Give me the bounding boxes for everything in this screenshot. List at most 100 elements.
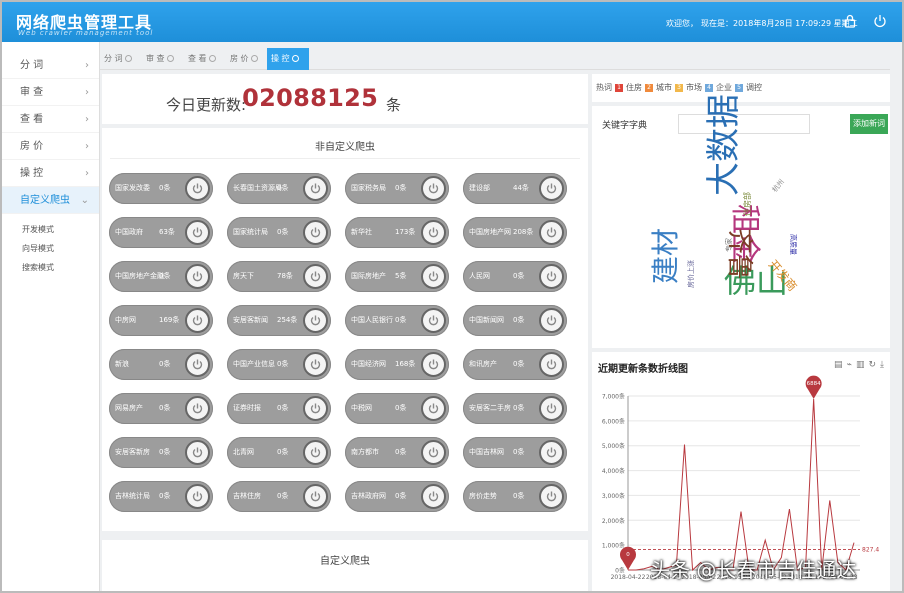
cloud-word[interactable]: 住房部 (742, 192, 753, 216)
hot-word[interactable]: 城市 (656, 82, 672, 93)
sidebar-item-fangjia[interactable]: 房 价 › (2, 133, 99, 160)
power-icon[interactable] (185, 220, 210, 245)
add-keyword-button[interactable]: 添加新词 (850, 114, 888, 134)
close-icon[interactable] (166, 55, 174, 62)
hot-word[interactable]: 调控 (746, 82, 762, 93)
crawler-switch[interactable]: 中房网 169条 (109, 305, 213, 336)
sidebar-subitem-wizard-mode[interactable]: 向导模式 (2, 239, 99, 258)
sidebar-item-fenci[interactable]: 分 词 › (2, 52, 99, 79)
sidebar-item-shencha[interactable]: 审 查 › (2, 79, 99, 106)
crawler-switch[interactable]: 中税网 0条 (345, 393, 449, 424)
crawler-switch[interactable]: 中国人民银行 0条 (345, 305, 449, 336)
tab-fenci[interactable]: 分 词 (100, 48, 140, 70)
power-icon[interactable] (421, 176, 446, 201)
crawler-switch[interactable]: 长春国土资源局 0条 (227, 173, 331, 204)
crawler-switch[interactable]: 人民网 0条 (463, 261, 567, 292)
crawler-switch[interactable]: 安居客新房 0条 (109, 437, 213, 468)
power-icon[interactable] (303, 308, 328, 333)
power-icon[interactable] (539, 220, 564, 245)
power-icon[interactable] (185, 352, 210, 377)
tab-shencha[interactable]: 审 查 (142, 48, 182, 70)
power-icon[interactable] (303, 220, 328, 245)
power-icon[interactable] (539, 352, 564, 377)
power-icon[interactable] (303, 352, 328, 377)
power-icon[interactable] (303, 440, 328, 465)
hot-word[interactable]: 住房 (626, 82, 642, 93)
tab-caokong[interactable]: 操 控 (267, 48, 309, 70)
power-icon[interactable] (303, 484, 328, 509)
hot-word[interactable]: 企业 (716, 82, 732, 93)
close-icon[interactable] (250, 55, 258, 62)
tab-chakan[interactable]: 查 看 (184, 48, 224, 70)
power-icon[interactable] (539, 176, 564, 201)
crawler-switch[interactable]: 中国吉林网 0条 (463, 437, 567, 468)
cloud-word[interactable]: 高质量 (788, 234, 798, 255)
crawler-switch[interactable]: 新浪 0条 (109, 349, 213, 380)
power-icon[interactable] (303, 264, 328, 289)
power-icon[interactable] (539, 396, 564, 421)
power-icon[interactable] (421, 396, 446, 421)
sidebar-subitem-dev-mode[interactable]: 开发模式 (2, 220, 99, 239)
cloud-word[interactable]: 专家 (724, 238, 734, 252)
crawler-switch[interactable]: 中国房地产网 208条 (463, 217, 567, 248)
close-icon[interactable] (124, 55, 132, 62)
power-icon[interactable] (185, 484, 210, 509)
crawler-switch[interactable]: 吉林住房 0条 (227, 481, 331, 512)
power-icon[interactable] (185, 176, 210, 201)
power-icon[interactable] (185, 308, 210, 333)
cloud-word[interactable]: 房价上涨 (686, 260, 696, 288)
power-icon[interactable] (185, 264, 210, 289)
crawler-switch[interactable]: 房天下 78条 (227, 261, 331, 292)
crawler-switch[interactable]: 和讯房产 0条 (463, 349, 567, 380)
power-icon[interactable] (421, 484, 446, 509)
close-icon[interactable] (208, 55, 216, 62)
crawler-switch[interactable]: 国家税务局 0条 (345, 173, 449, 204)
crawler-switch[interactable]: 中国房地产金融 0条 (109, 261, 213, 292)
sidebar-item-chakan[interactable]: 查 看 › (2, 106, 99, 133)
crawler-switch[interactable]: 中国经济网 168条 (345, 349, 449, 380)
crawler-switch[interactable]: 网易房产 0条 (109, 393, 213, 424)
power-icon[interactable] (539, 440, 564, 465)
cloud-word[interactable]: 大数据 (696, 94, 745, 196)
power-icon[interactable] (539, 264, 564, 289)
lock-icon[interactable] (842, 13, 858, 29)
power-icon[interactable] (421, 308, 446, 333)
power-icon[interactable] (872, 13, 888, 29)
crawler-switch[interactable]: 国际房地产 5条 (345, 261, 449, 292)
crawler-switch[interactable]: 南方都市 0条 (345, 437, 449, 468)
power-icon[interactable] (421, 220, 446, 245)
power-icon[interactable] (185, 396, 210, 421)
crawler-switch[interactable]: 房价走势 0条 (463, 481, 567, 512)
cloud-word[interactable]: 杭州 (770, 177, 787, 194)
crawler-switch[interactable]: 北青网 0条 (227, 437, 331, 468)
tab-fangjia[interactable]: 房 价 (226, 48, 266, 70)
crawler-switch[interactable]: 中国产业信息 0条 (227, 349, 331, 380)
crawler-switch[interactable]: 安居客新闻 254条 (227, 305, 331, 336)
power-icon[interactable] (185, 440, 210, 465)
power-icon[interactable] (303, 176, 328, 201)
sidebar-item-label: 操 控 (20, 168, 44, 179)
crawler-switch[interactable]: 中国政府 63条 (109, 217, 213, 248)
cloud-word[interactable]: 齐鲁 (723, 228, 760, 280)
power-icon[interactable] (539, 308, 564, 333)
power-icon[interactable] (421, 440, 446, 465)
crawler-switch[interactable]: 建设部 44条 (463, 173, 567, 204)
crawler-switch[interactable]: 证券时报 0条 (227, 393, 331, 424)
power-icon[interactable] (421, 264, 446, 289)
crawler-switch[interactable]: 国家统计局 0条 (227, 217, 331, 248)
cloud-word[interactable]: 建材 (644, 228, 684, 284)
crawler-switch[interactable]: 安居客二手房 0条 (463, 393, 567, 424)
power-icon[interactable] (539, 484, 564, 509)
crawler-switch[interactable]: 国家发改委 0条 (109, 173, 213, 204)
crawler-switch[interactable]: 中国新闻网 0条 (463, 305, 567, 336)
sidebar-subitem-search-mode[interactable]: 搜索模式 (2, 258, 99, 277)
crawler-switch[interactable]: 吉林统计局 0条 (109, 481, 213, 512)
power-icon[interactable] (303, 396, 328, 421)
sidebar-item-caokong[interactable]: 操 控 › (2, 160, 99, 187)
sidebar-item-custom-crawler[interactable]: 自定义爬虫 ⌄ (2, 187, 99, 214)
hot-word[interactable]: 市场 (686, 82, 702, 93)
crawler-switch[interactable]: 新华社 173条 (345, 217, 449, 248)
crawler-switch[interactable]: 吉林政府网 0条 (345, 481, 449, 512)
close-icon[interactable] (291, 55, 299, 62)
power-icon[interactable] (421, 352, 446, 377)
